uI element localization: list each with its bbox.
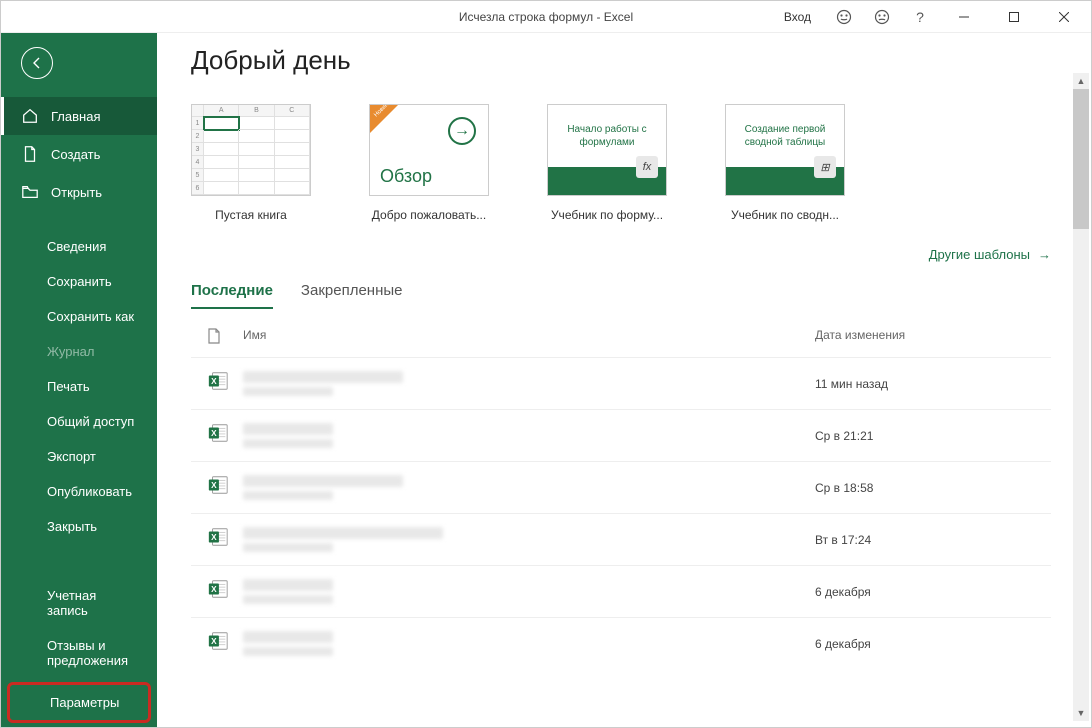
excel-file-icon	[207, 422, 229, 444]
minimize-button[interactable]	[941, 1, 987, 33]
templates-row: ABC 1 2 3 4 5 6 Пустая книга Новинка → О…	[191, 104, 1051, 222]
file-date: Ср в 21:21	[815, 429, 1035, 443]
file-row[interactable]: 11 мин назад	[191, 357, 1051, 409]
file-name-blurred	[243, 371, 403, 383]
nav-new[interactable]: Создать	[1, 135, 157, 173]
file-row[interactable]: Ср в 21:21	[191, 409, 1051, 461]
file-path-blurred	[243, 387, 333, 396]
file-date: Вт в 17:24	[815, 533, 1035, 547]
excel-file-icon	[207, 370, 229, 392]
nav-open[interactable]: Открыть	[1, 173, 157, 211]
close-button[interactable]	[1041, 1, 1087, 33]
scroll-down-icon[interactable]: ▼	[1073, 705, 1089, 721]
file-name-blurred	[243, 475, 403, 487]
back-button[interactable]	[21, 47, 53, 79]
file-name-blurred	[243, 579, 333, 591]
file-date: 6 декабря	[815, 637, 1035, 651]
template-formulas[interactable]: Начало работы с формулами fx Учебник по …	[547, 104, 667, 222]
fx-icon: fx	[636, 156, 658, 178]
excel-file-icon	[207, 578, 229, 600]
nav-print[interactable]: Печать	[1, 369, 157, 404]
file-date: 11 мин назад	[815, 377, 1035, 391]
help-icon[interactable]: ?	[903, 1, 937, 33]
nav-feedback[interactable]: Отзывы и предложения	[1, 628, 157, 678]
maximize-button[interactable]	[991, 1, 1037, 33]
titlebar: Исчезла строка формул - Excel Вход ?	[1, 1, 1091, 33]
template-pivot-thumb: Создание первой сводной таблицы ⊞	[725, 104, 845, 196]
nav-history: Журнал	[1, 334, 157, 369]
file-row[interactable]: 6 декабря	[191, 617, 1051, 669]
nav-new-label: Создать	[51, 147, 100, 162]
window-title: Исчезла строка формул - Excel	[459, 10, 633, 24]
file-list-header: Имя Дата изменения	[191, 318, 1051, 357]
template-tour-thumb: Новинка → Обзор	[369, 104, 489, 196]
nav-account[interactable]: Учетная запись	[1, 578, 157, 628]
sad-face-icon[interactable]	[865, 1, 899, 33]
nav-info[interactable]: Сведения	[1, 229, 157, 264]
document-icon	[207, 328, 221, 344]
file-path-blurred	[243, 491, 333, 500]
template-pivot-label: Учебник по сводн...	[725, 208, 845, 222]
greeting-heading: Добрый день	[191, 45, 1051, 76]
template-blank-label: Пустая книга	[191, 208, 311, 222]
nav-saveas[interactable]: Сохранить как	[1, 299, 157, 334]
scroll-thumb[interactable]	[1073, 89, 1089, 229]
more-templates-link[interactable]: Другие шаблоны →	[929, 247, 1051, 262]
vertical-scrollbar[interactable]: ▲ ▼	[1073, 73, 1089, 721]
excel-file-icon	[207, 526, 229, 548]
excel-file-icon	[207, 474, 229, 496]
tab-recent[interactable]: Последние	[191, 282, 273, 309]
file-name-blurred	[243, 527, 443, 539]
file-path-blurred	[243, 647, 333, 656]
nav-save[interactable]: Сохранить	[1, 264, 157, 299]
nav-close[interactable]: Закрыть	[1, 509, 157, 544]
tab-pinned[interactable]: Закрепленные	[301, 282, 403, 309]
nav-publish[interactable]: Опубликовать	[1, 474, 157, 509]
nav-home-label: Главная	[51, 109, 100, 124]
file-path-blurred	[243, 439, 333, 448]
file-path-blurred	[243, 543, 333, 552]
backstage-sidebar: Главная Создать Открыть Сведения Сохрани…	[1, 33, 157, 727]
arrow-right-icon: →	[1038, 247, 1051, 262]
col-name: Имя	[243, 328, 815, 347]
nav-export[interactable]: Экспорт	[1, 439, 157, 474]
nav-options[interactable]: Параметры	[7, 682, 151, 723]
file-row[interactable]: Ср в 18:58	[191, 461, 1051, 513]
col-date: Дата изменения	[815, 328, 1035, 347]
file-name-blurred	[243, 631, 333, 643]
recent-files-list: Имя Дата изменения 11 мин назад Ср в 21:…	[191, 318, 1051, 727]
template-blank-thumb: ABC 1 2 3 4 5 6	[191, 104, 311, 196]
template-formulas-label: Учебник по форму...	[547, 208, 667, 222]
arrow-right-icon: →	[448, 117, 476, 145]
happy-face-icon[interactable]	[827, 1, 861, 33]
content-area: Добрый день ABC 1 2 3 4 5 6 Пустая книга…	[157, 33, 1091, 727]
template-tour[interactable]: Новинка → Обзор Добро пожаловать...	[369, 104, 489, 222]
file-row[interactable]: 6 декабря	[191, 565, 1051, 617]
file-date: 6 декабря	[815, 585, 1035, 599]
recent-tabs: Последние Закрепленные	[191, 282, 1051, 310]
file-date: Ср в 18:58	[815, 481, 1035, 495]
template-tour-label: Добро пожаловать...	[369, 208, 489, 222]
file-row[interactable]: Вт в 17:24	[191, 513, 1051, 565]
excel-file-icon	[207, 630, 229, 652]
nav-open-label: Открыть	[51, 185, 102, 200]
nav-share[interactable]: Общий доступ	[1, 404, 157, 439]
template-blank[interactable]: ABC 1 2 3 4 5 6 Пустая книга	[191, 104, 311, 222]
template-formulas-thumb: Начало работы с формулами fx	[547, 104, 667, 196]
file-path-blurred	[243, 595, 333, 604]
pivot-icon: ⊞	[814, 156, 836, 178]
scroll-up-icon[interactable]: ▲	[1073, 73, 1089, 89]
signin-button[interactable]: Вход	[772, 10, 823, 24]
template-pivot[interactable]: Создание первой сводной таблицы ⊞ Учебни…	[725, 104, 845, 222]
file-name-blurred	[243, 423, 333, 435]
nav-home[interactable]: Главная	[1, 97, 157, 135]
